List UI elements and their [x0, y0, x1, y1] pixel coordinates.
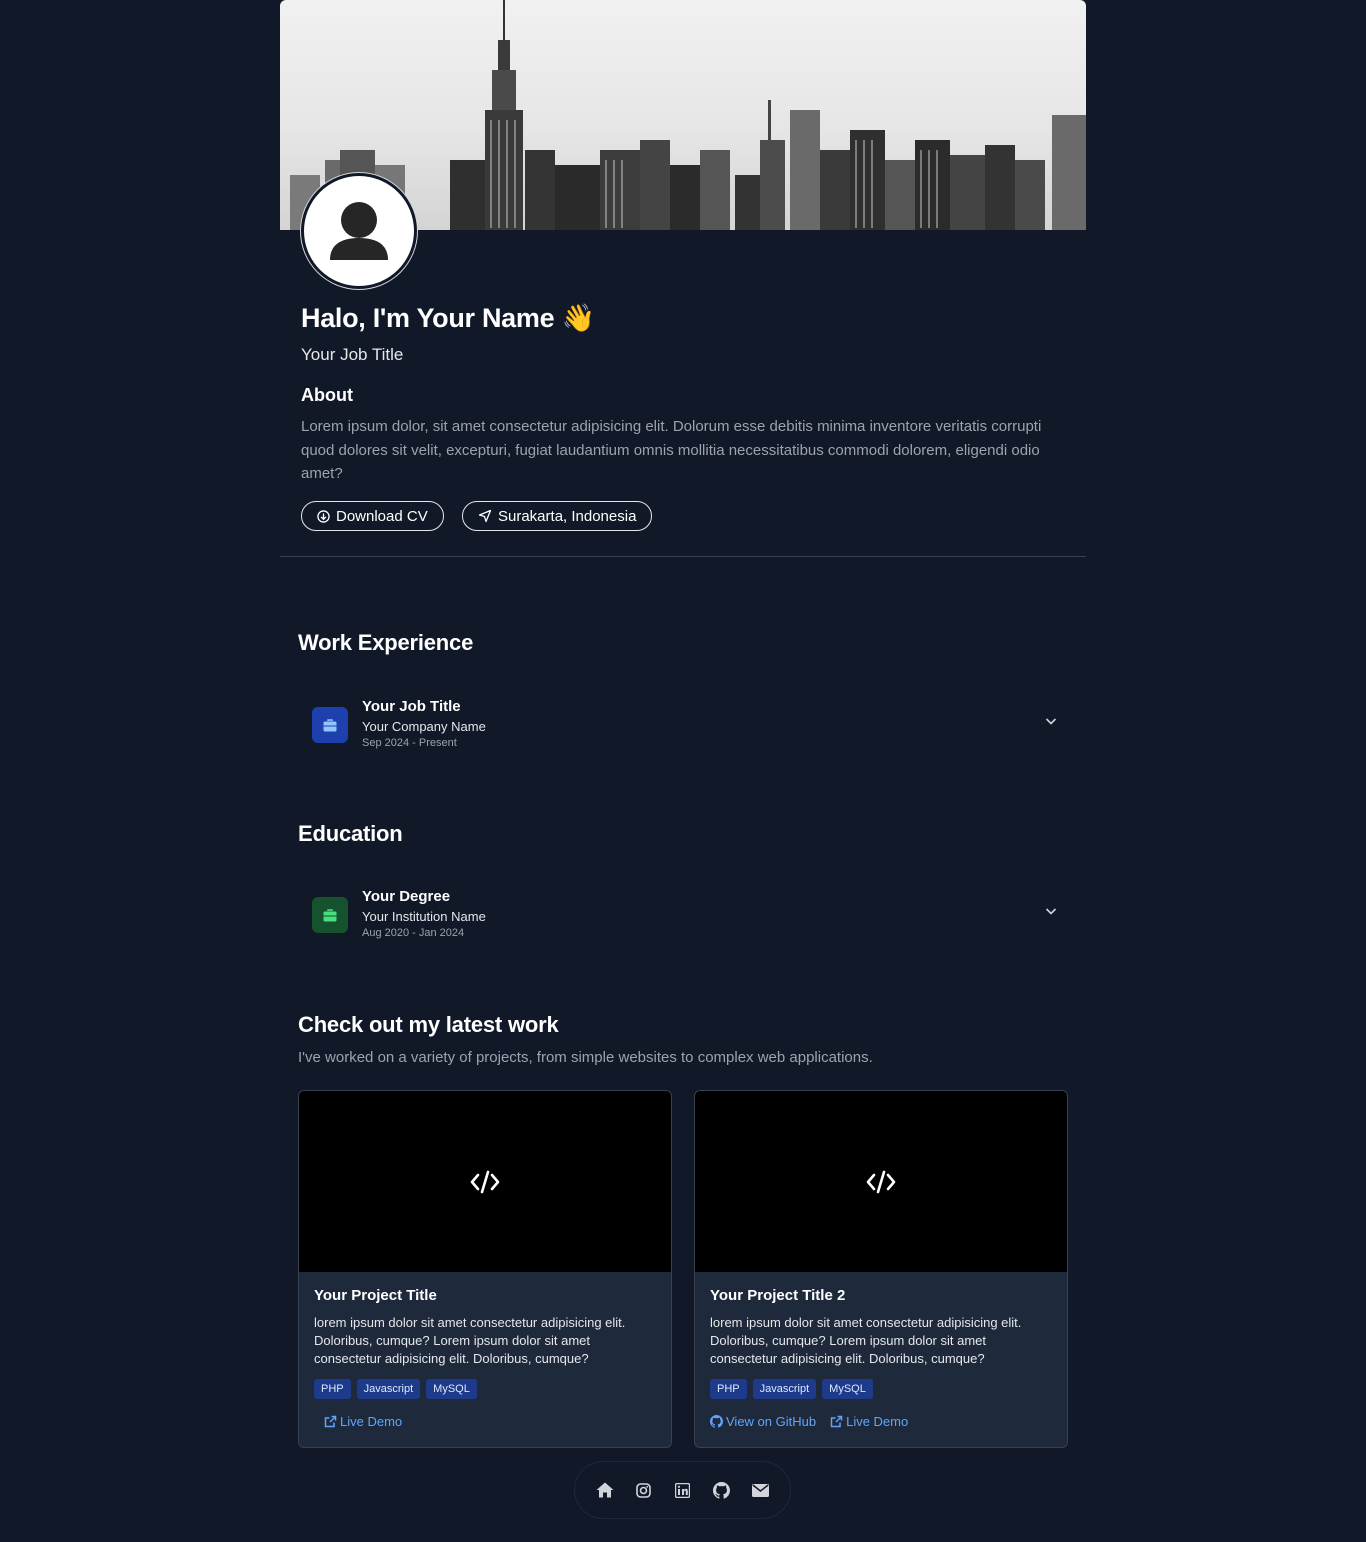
project-card[interactable]: Your Project Title lorem ipsum dolor sit… — [298, 1090, 672, 1448]
project-title: Your Project Title 2 — [710, 1287, 846, 1304]
mail-icon — [752, 1483, 769, 1497]
project-thumbnail — [299, 1091, 671, 1272]
project-description: lorem ipsum dolor sit amet consectetur a… — [710, 1315, 1022, 1366]
dock-instagram-button[interactable] — [629, 1475, 659, 1505]
divider — [280, 556, 1086, 557]
project-tag: PHP — [314, 1379, 351, 1399]
github-icon — [713, 1481, 730, 1499]
location-button[interactable]: Surakarta, Indonesia — [462, 501, 653, 531]
dock-github-button[interactable] — [707, 1475, 737, 1505]
projects-heading: Check out my latest work — [298, 1012, 559, 1037]
project-links: Live Demo — [324, 1414, 402, 1429]
project-tags: PHP Javascript MySQL — [314, 1379, 477, 1399]
linkedin-icon — [675, 1482, 690, 1498]
dock-linkedin-button[interactable] — [668, 1475, 698, 1505]
download-icon — [317, 509, 330, 523]
download-cv-button[interactable]: Download CV — [301, 501, 444, 531]
live-demo-link[interactable]: Live Demo — [830, 1414, 908, 1429]
work-item-period: Sep 2024 - Present — [362, 737, 457, 749]
navigation-icon — [478, 509, 492, 523]
chevron-down-icon[interactable] — [1044, 904, 1058, 918]
live-demo-link[interactable]: Live Demo — [324, 1414, 402, 1429]
profile-job-title: Your Job Title — [301, 345, 404, 364]
project-title: Your Project Title — [314, 1287, 437, 1304]
education-item[interactable]: Your Degree Your Institution Name Aug 20… — [298, 882, 1068, 954]
education-item-icon-box — [312, 897, 348, 933]
project-tag: MySQL — [822, 1379, 873, 1399]
education-item-degree: Your Degree — [362, 888, 451, 905]
instagram-icon — [636, 1482, 651, 1498]
work-item[interactable]: Your Job Title Your Company Name Sep 202… — [298, 692, 1068, 764]
briefcase-icon — [323, 718, 337, 731]
education-heading: Education — [298, 821, 403, 846]
code-icon — [866, 1170, 896, 1193]
work-item-title: Your Job Title — [362, 698, 461, 715]
about-heading: About — [301, 385, 353, 405]
project-card[interactable]: Your Project Title 2 lorem ipsum dolor s… — [694, 1090, 1068, 1448]
chevron-down-icon[interactable] — [1044, 714, 1058, 728]
project-tag: Javascript — [356, 1379, 421, 1399]
education-item-period: Aug 2020 - Jan 2024 — [362, 927, 465, 939]
user-icon — [330, 202, 388, 260]
education-item-institution: Your Institution Name — [362, 909, 486, 924]
code-icon — [470, 1170, 500, 1193]
home-icon — [596, 1482, 613, 1498]
external-link-icon — [830, 1415, 843, 1428]
location-label: Surakarta, Indonesia — [498, 507, 637, 525]
github-link[interactable]: View on GitHub — [710, 1414, 816, 1429]
avatar — [301, 173, 417, 289]
dock-home-button[interactable] — [590, 1475, 620, 1505]
project-tags: PHP Javascript MySQL — [710, 1379, 873, 1399]
github-icon — [710, 1415, 723, 1428]
work-item-icon-box — [312, 707, 348, 743]
download-cv-label: Download CV — [336, 507, 428, 525]
external-link-icon — [324, 1415, 337, 1428]
projects-subtitle: I've worked on a variety of projects, fr… — [298, 1049, 873, 1066]
work-heading: Work Experience — [298, 630, 474, 655]
project-description: lorem ipsum dolor sit amet consectetur a… — [314, 1315, 626, 1366]
bottom-dock — [574, 1461, 791, 1519]
project-tag: PHP — [710, 1379, 747, 1399]
live-demo-label: Live Demo — [846, 1414, 909, 1429]
project-links: View on GitHub Live Demo — [710, 1414, 908, 1429]
github-label: View on GitHub — [726, 1414, 817, 1429]
about-text: Lorem ipsum dolor, sit amet consectetur … — [301, 418, 1042, 482]
project-tag: MySQL — [426, 1379, 477, 1399]
project-thumbnail — [695, 1091, 1067, 1272]
profile-name: Halo, I'm Your Name 👋 — [301, 303, 595, 333]
briefcase-icon — [323, 908, 337, 921]
live-demo-label: Live Demo — [340, 1414, 403, 1429]
dock-mail-button[interactable] — [746, 1475, 776, 1505]
project-tag: Javascript — [752, 1379, 817, 1399]
work-item-company: Your Company Name — [362, 719, 486, 734]
